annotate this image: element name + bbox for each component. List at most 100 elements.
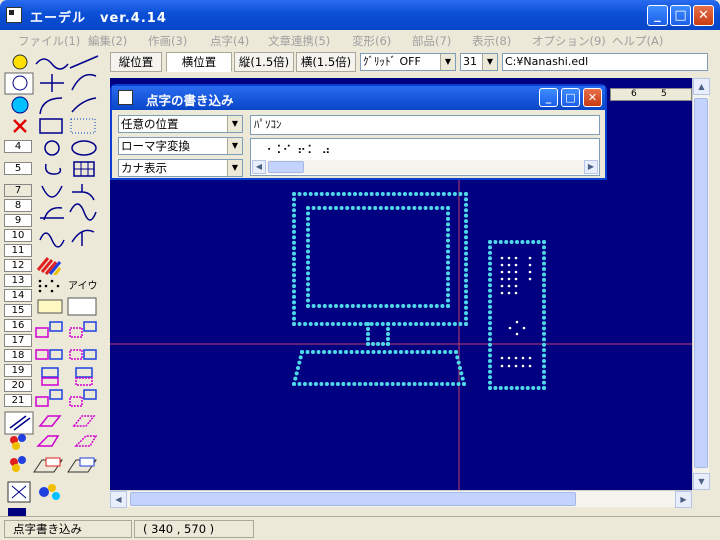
row-number: 9 xyxy=(4,214,32,227)
chevron-down-icon: ▼ xyxy=(227,160,242,176)
app-icon xyxy=(6,7,22,23)
row-number: 12 xyxy=(4,259,32,272)
tab-portrait-1-5x[interactable]: 縦(1.5倍) xyxy=(234,52,294,72)
dialog-icon xyxy=(118,90,133,105)
vertical-scrollbar[interactable]: ▲ ▼ xyxy=(692,78,710,490)
braille-dialog: 点字の書き込み _ □ ✕ 任意の位置 ▼ ローマ字変換 ▼ カナ表示 ▼ ﾊﾟｿｺﾝ… xyxy=(110,84,607,180)
dialog-title-bar: 点字の書き込み _ □ ✕ xyxy=(112,86,605,110)
flip-dashed-icon xyxy=(74,435,98,447)
horizontal-scrollbar[interactable]: ◀ ▶ xyxy=(110,490,692,508)
menu-draw[interactable]: 作画(3) xyxy=(148,33,187,49)
scroll-left-icon[interactable]: ◀ xyxy=(252,160,266,174)
dialog-minimize-button[interactable]: _ xyxy=(539,88,558,107)
scroll-up-icon[interactable]: ▲ xyxy=(693,78,710,95)
scroll-thumb[interactable] xyxy=(694,98,708,468)
close-button[interactable]: ✕ xyxy=(693,5,714,26)
ellipse-icon xyxy=(71,140,97,156)
size-select[interactable]: 31 ▼ xyxy=(460,53,498,71)
tab-landscape-1-5x[interactable]: 横(1.5倍) xyxy=(296,52,356,72)
chevron-down-icon: ▼ xyxy=(227,138,242,154)
window-title: エーデル ver.4.14 xyxy=(30,11,167,26)
menu-transform[interactable]: 変形(6) xyxy=(352,33,391,49)
status-bar: 点字書き込み ( 340 , 570 ) xyxy=(0,516,720,540)
log-graph-icon xyxy=(40,207,64,221)
menu-options[interactable]: オプション(9) xyxy=(532,33,606,49)
menu-bar: ファイル(1) 編集(2) 作画(3) 点字(4) 文章連携(5) 変形(6) … xyxy=(0,30,720,50)
wave-graph-icon xyxy=(39,232,65,248)
row-number: 10 xyxy=(4,229,32,242)
axis-graph-icon xyxy=(71,229,95,246)
label-box-icon xyxy=(37,299,63,314)
tab-landscape[interactable]: 横位置 xyxy=(166,52,232,72)
ellipse-small-icon xyxy=(44,140,60,156)
kana-tool-label[interactable]: アイウ xyxy=(68,277,98,292)
status-mode: 点字書き込み xyxy=(4,520,132,538)
menu-braille[interactable]: 点字(4) xyxy=(210,33,249,49)
menu-view[interactable]: 表示(8) xyxy=(472,33,511,49)
line-icon xyxy=(69,55,99,69)
text-box-icon xyxy=(67,297,97,316)
rotate-dashed-icon xyxy=(72,415,96,427)
spline-icon xyxy=(71,97,97,113)
circle-dot-icon xyxy=(12,54,28,70)
menu-file[interactable]: ファイル(1) xyxy=(18,33,80,49)
scroll-right-icon[interactable]: ▶ xyxy=(675,491,692,508)
scroll-left-icon[interactable]: ◀ xyxy=(110,491,127,508)
title-bar: エーデル ver.4.14 _ □ ✕ xyxy=(0,0,720,30)
parabola-icon xyxy=(41,185,63,198)
menu-edit[interactable]: 編集(2) xyxy=(88,33,127,49)
grid-select[interactable]: ｸﾞﾘｯﾄﾞ OFF ▼ xyxy=(360,53,456,71)
file-path-field: C:¥Nanashi.edl xyxy=(502,53,708,71)
row-number: 16 xyxy=(4,319,32,332)
row-number: 7 xyxy=(4,184,32,197)
step-graph-icon xyxy=(72,184,95,201)
scroll-thumb[interactable] xyxy=(268,161,304,173)
row-number: 5 xyxy=(4,162,32,175)
row-number: 21 xyxy=(4,394,32,407)
preview-scrollbar[interactable]: ◀ ▶ xyxy=(252,160,598,174)
dialog-close-button[interactable]: ✕ xyxy=(583,88,602,107)
ruler: 6 5 xyxy=(610,88,692,101)
rotate-icon xyxy=(38,415,62,427)
dotted-rect-icon xyxy=(70,118,96,134)
display-select[interactable]: カナ表示 ▼ xyxy=(118,159,243,177)
row-number: 19 xyxy=(4,364,32,377)
position-select[interactable]: 任意の位置 ▼ xyxy=(118,115,243,133)
hook-icon xyxy=(44,163,62,175)
row-number: 18 xyxy=(4,349,32,362)
braille-preview-text: ⠐⠨⠊ ⠖⠅ ⠴ xyxy=(263,143,332,157)
minimize-button[interactable]: _ xyxy=(647,5,668,26)
row-number: 11 xyxy=(4,244,32,257)
conversion-select[interactable]: ローマ字変換 ▼ xyxy=(118,137,243,155)
row-number: 17 xyxy=(4,334,32,347)
row-number: 4 xyxy=(4,140,32,153)
palette-icon xyxy=(52,492,60,500)
chevron-down-icon: ▼ xyxy=(227,116,242,132)
chevron-down-icon: ▼ xyxy=(440,54,455,70)
braille-preview: ⠐⠨⠊ ⠖⠅ ⠴ ◀ ▶ xyxy=(250,138,600,176)
flip-icon xyxy=(36,435,60,447)
dialog-title: 点字の書き込み xyxy=(146,93,234,108)
row-number: 13 xyxy=(4,274,32,287)
circle-outline-icon xyxy=(12,75,28,91)
color-dots-icon xyxy=(12,442,20,450)
scroll-down-icon[interactable]: ▼ xyxy=(693,473,710,490)
tab-portrait[interactable]: 縦位置 xyxy=(110,52,162,72)
row-number: 14 xyxy=(4,289,32,302)
chevron-down-icon: ▼ xyxy=(482,54,497,70)
menu-help[interactable]: ヘルプ(A) xyxy=(612,33,663,49)
rectangle-icon xyxy=(39,118,63,134)
scroll-thumb[interactable] xyxy=(130,492,576,506)
row-number: 20 xyxy=(4,379,32,392)
menu-parts[interactable]: 部品(7) xyxy=(412,33,451,49)
curve-icon xyxy=(35,58,69,70)
menu-text-link[interactable]: 文章連携(5) xyxy=(268,33,330,49)
maximize-button[interactable]: □ xyxy=(670,5,691,26)
dialog-maximize-button[interactable]: □ xyxy=(561,88,580,107)
text-input[interactable]: ﾊﾟｿｺﾝ xyxy=(250,115,600,135)
sine-graph-icon xyxy=(69,203,97,221)
status-coordinates: ( 340 , 570 ) xyxy=(134,520,254,538)
row-number: 8 xyxy=(4,199,32,212)
curve-up-icon xyxy=(71,73,97,91)
scroll-right-icon[interactable]: ▶ xyxy=(584,160,598,174)
